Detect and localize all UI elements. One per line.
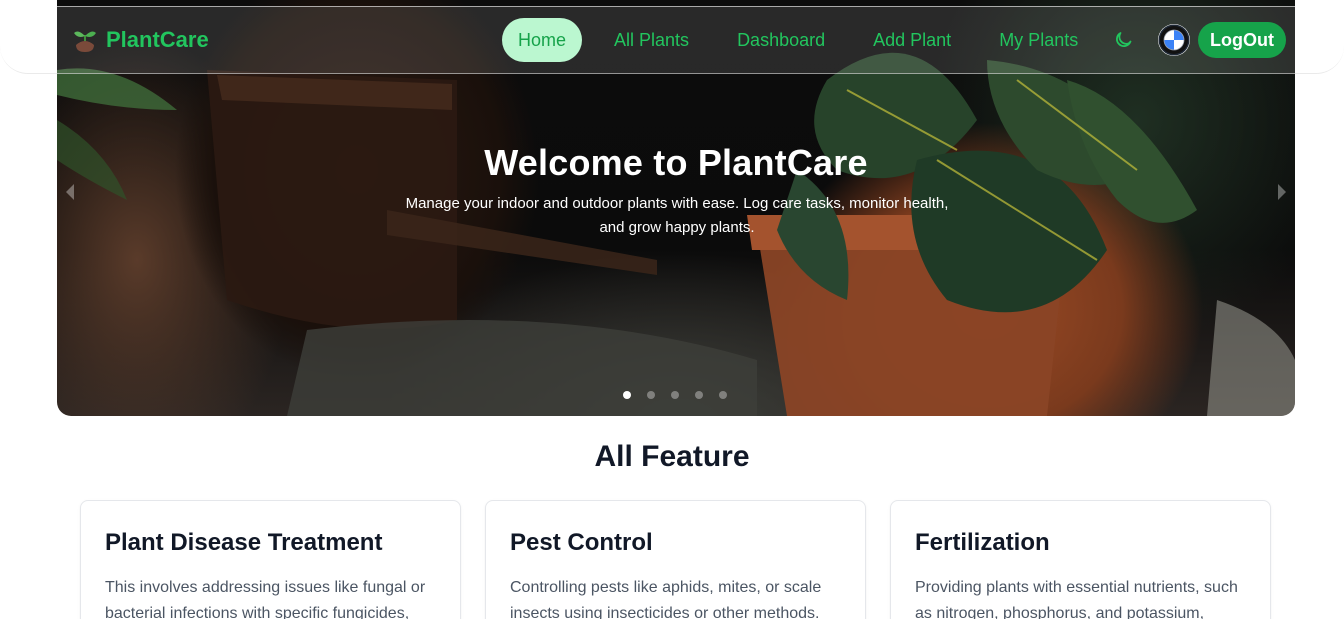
- carousel-next-button[interactable]: [1278, 184, 1286, 200]
- carousel-dot-3[interactable]: [671, 391, 679, 399]
- carousel-dots: [623, 391, 727, 399]
- sprout-icon: [74, 31, 96, 52]
- nav-my-plants[interactable]: My Plants: [983, 18, 1094, 62]
- nav-home[interactable]: Home: [502, 18, 583, 62]
- brand-name: PlantCare: [106, 27, 209, 52]
- carousel-dot-2[interactable]: [647, 391, 655, 399]
- hero-title: Welcome to PlantCare: [484, 142, 868, 183]
- carousel-dot-4[interactable]: [695, 391, 703, 399]
- nav-dashboard[interactable]: Dashboard: [721, 18, 841, 62]
- feature-card-title: Fertilization: [915, 529, 1050, 556]
- user-avatar[interactable]: [1158, 24, 1190, 56]
- feature-card-text: Providing plants with essential nutrient…: [915, 579, 1238, 619]
- feature-card-text: Controlling pests like aphids, mites, or…: [510, 579, 822, 619]
- logout-button[interactable]: LogOut: [1198, 22, 1286, 58]
- features-title: All Feature: [594, 440, 750, 473]
- feature-card-pest[interactable]: Pest Control Controlling pests like aphi…: [485, 500, 866, 619]
- feature-card-title: Pest Control: [510, 529, 653, 556]
- hero-subtitle: Manage your indoor and outdoor plants wi…: [405, 195, 949, 236]
- feature-card-fertilization[interactable]: Fertilization Providing plants with esse…: [890, 500, 1271, 619]
- carousel-dot-1[interactable]: [623, 391, 631, 399]
- brand-logo[interactable]: PlantCare: [72, 27, 209, 53]
- nav-add-plant[interactable]: Add Plant: [857, 18, 967, 62]
- feature-card-title: Plant Disease Treatment: [105, 529, 383, 556]
- moon-icon[interactable]: [1114, 30, 1134, 50]
- feature-card-text: This involves addressing issues like fun…: [105, 579, 426, 619]
- feature-card-disease[interactable]: Plant Disease Treatment This involves ad…: [80, 500, 461, 619]
- nav-links: Home All Plants Dashboard Add Plant My P…: [502, 18, 1110, 62]
- nav-all-plants[interactable]: All Plants: [598, 18, 705, 62]
- carousel-dot-5[interactable]: [719, 391, 727, 399]
- carousel-prev-button[interactable]: [66, 184, 74, 200]
